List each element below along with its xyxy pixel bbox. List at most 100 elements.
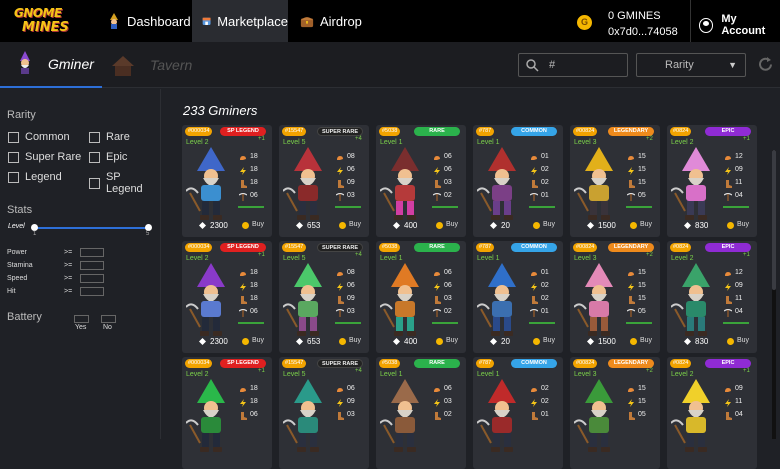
buy-button[interactable]: Buy	[446, 337, 458, 344]
gminer-card[interactable]: #0824 EPIC Level 2 +1 12 09 11 04 830 Buy	[667, 241, 757, 353]
diamond-icon	[587, 222, 594, 229]
rarity-badge: EPIC	[705, 359, 751, 368]
checkbox-legend[interactable]: Legend	[8, 171, 62, 183]
refresh-icon[interactable]	[757, 56, 774, 73]
checkbox-super-rare[interactable]: Super Rare	[8, 151, 81, 163]
shop-icon	[202, 17, 211, 25]
buy-button[interactable]: Buy	[737, 221, 749, 228]
checkbox-box[interactable]	[8, 151, 19, 163]
gminer-card[interactable]: #5038 RARE Level 1 06 06 03 02 400 Buy	[376, 125, 466, 237]
battery-bar	[432, 322, 458, 324]
tab-gminer[interactable]: Gminer	[0, 42, 102, 88]
coin-icon	[436, 222, 443, 229]
rarity-select[interactable]: Rarity ▼	[636, 53, 746, 77]
scrollbar-thumb[interactable]	[772, 150, 776, 290]
battery-bar	[723, 206, 749, 208]
gminer-stat-value: 06	[250, 308, 258, 315]
gminer-card[interactable]: #00824 LEGENDARY Level 3 +2 15 15 15 05 1500 Buy	[570, 125, 660, 237]
level-slider-min-handle[interactable]	[31, 224, 38, 231]
checkbox-box[interactable]	[8, 131, 19, 143]
gminer-stat-value: 18	[250, 295, 258, 302]
gminer-card[interactable]: #000034 SP LEGEND Level 2 +1 18 18 18 06 2300 Bu…	[182, 241, 272, 353]
buy-button[interactable]: Buy	[446, 221, 458, 228]
gminer-card[interactable]: #787 COMMON Level 1 01 02 02 01 20 Buy	[473, 241, 563, 353]
checkbox-epic[interactable]: Epic	[89, 151, 127, 163]
gminer-card[interactable]: #00824 LEGENDARY Level 3 +2 15 15 15 05 1500 Buy	[570, 241, 660, 353]
battery-no-checkbox[interactable]	[101, 315, 116, 323]
gminer-stat-value: 01	[541, 153, 549, 160]
coin-icon	[242, 338, 249, 345]
buy-button[interactable]: Buy	[349, 221, 361, 228]
checkbox-common[interactable]: Common	[8, 131, 70, 143]
gminer-price: 830	[695, 221, 709, 230]
gminer-stat-value: 06	[444, 282, 452, 289]
gminer-card[interactable]: #000034 SP LEGEND Level 2 +1 18 18 06	[182, 357, 272, 469]
level-slider-track[interactable]	[34, 227, 148, 229]
gnome-mines-logo[interactable]: GNOME MINES	[14, 6, 74, 38]
gminer-card[interactable]: #787 COMMON Level 1 02 02 01	[473, 357, 563, 469]
power-input[interactable]	[80, 248, 104, 257]
level-bonus: +4	[355, 368, 362, 374]
level-slider-max-handle[interactable]	[145, 224, 152, 231]
gminer-price: 830	[695, 337, 709, 346]
gminer-card[interactable]: #000034 SP LEGEND Level 2 +1 18 18 18 06 2300 Bu…	[182, 125, 272, 237]
gminer-card[interactable]: #0824 EPIC Level 2 +1 09 11 04	[667, 357, 757, 469]
checkbox-box[interactable]	[89, 151, 100, 163]
buy-button[interactable]: Buy	[737, 337, 749, 344]
stat-ge-label: >=	[64, 288, 73, 295]
checkbox-label: Super Rare	[25, 151, 82, 163]
boot-icon	[726, 180, 732, 188]
hit-input[interactable]	[80, 287, 104, 296]
stamina-input[interactable]	[80, 261, 104, 270]
checkbox-box[interactable]	[89, 131, 100, 143]
buy-button[interactable]: Buy	[640, 337, 652, 344]
gminer-id-badge: #15547	[282, 127, 307, 136]
results-panel: 233 Gminers #000034 SP LEGEND Level 2 +1 18…	[162, 89, 780, 469]
buy-button[interactable]: Buy	[543, 337, 555, 344]
gminer-card[interactable]: #00824 LEGENDARY Level 3 +2 15 15 05	[570, 357, 660, 469]
buy-button[interactable]: Buy	[252, 337, 264, 344]
nav-dashboard[interactable]: Dashboard	[107, 0, 193, 42]
gminer-stat-value: 11	[735, 179, 743, 186]
gminer-card[interactable]: #5038 RARE Level 1 06 03 02	[376, 357, 466, 469]
coin-icon	[533, 338, 540, 345]
checkbox-rare[interactable]: Rare	[89, 131, 130, 143]
gminer-avatar	[380, 379, 419, 452]
speed-input[interactable]	[80, 274, 104, 283]
wallet-info[interactable]: 0 GMINES 0x7d0...74058	[608, 8, 678, 40]
gminer-stat-value: 06	[444, 166, 452, 173]
my-account-button[interactable]: My Account	[699, 13, 780, 37]
buy-button[interactable]: Buy	[640, 221, 652, 228]
checkbox-box[interactable]	[8, 171, 19, 183]
rarity-filter-title: Rarity	[7, 109, 36, 121]
buy-button[interactable]: Buy	[252, 221, 264, 228]
power-arm-icon	[628, 156, 634, 160]
tab-tavern[interactable]: Tavern	[110, 42, 192, 88]
checkbox-label: SP Legend	[105, 171, 143, 195]
checkbox-box[interactable]	[89, 177, 100, 189]
gminer-card[interactable]: #787 COMMON Level 1 01 02 02 01 20 Buy	[473, 125, 563, 237]
nav-marketplace[interactable]: Marketplace	[192, 0, 288, 42]
checkbox-sp-legend[interactable]: SP Legend	[89, 171, 160, 195]
nav-airdrop[interactable]: Airdrop	[300, 0, 380, 42]
gminer-stat-value: 03	[347, 411, 355, 418]
gminer-card[interactable]: #5038 RARE Level 1 06 06 03 02 400 Buy	[376, 241, 466, 353]
gminer-card[interactable]: #15547 SUPER RARE Level 5 +4 08 06 09 03 653 Buy	[279, 125, 369, 237]
stats-filter-title: Stats	[7, 204, 33, 216]
coin-icon	[339, 338, 346, 345]
gminer-card[interactable]: #15547 SUPER RARE Level 5 +4 08 06 09 03 653 Buy	[279, 241, 369, 353]
tab-gminer-label: Gminer	[48, 56, 94, 72]
level-bonus: +1	[743, 252, 750, 258]
power-arm-icon	[725, 388, 731, 392]
battery-no-label: No	[103, 324, 112, 331]
rarity-select-value: Rarity	[665, 59, 694, 71]
stat-speed-label: Speed	[7, 275, 28, 282]
buy-button[interactable]: Buy	[349, 337, 361, 344]
buy-button[interactable]: Buy	[543, 221, 555, 228]
battery-yes-checkbox[interactable]	[74, 315, 89, 323]
gminer-card[interactable]: #15547 SUPER RARE Level 5 +4 06 09 03	[279, 357, 369, 469]
gminer-card[interactable]: #0824 EPIC Level 2 +1 12 09 11 04 830 Buy	[667, 125, 757, 237]
search-input[interactable]: #	[518, 53, 628, 77]
power-arm-icon	[725, 272, 731, 276]
gminer-stat-value: 04	[735, 411, 743, 418]
